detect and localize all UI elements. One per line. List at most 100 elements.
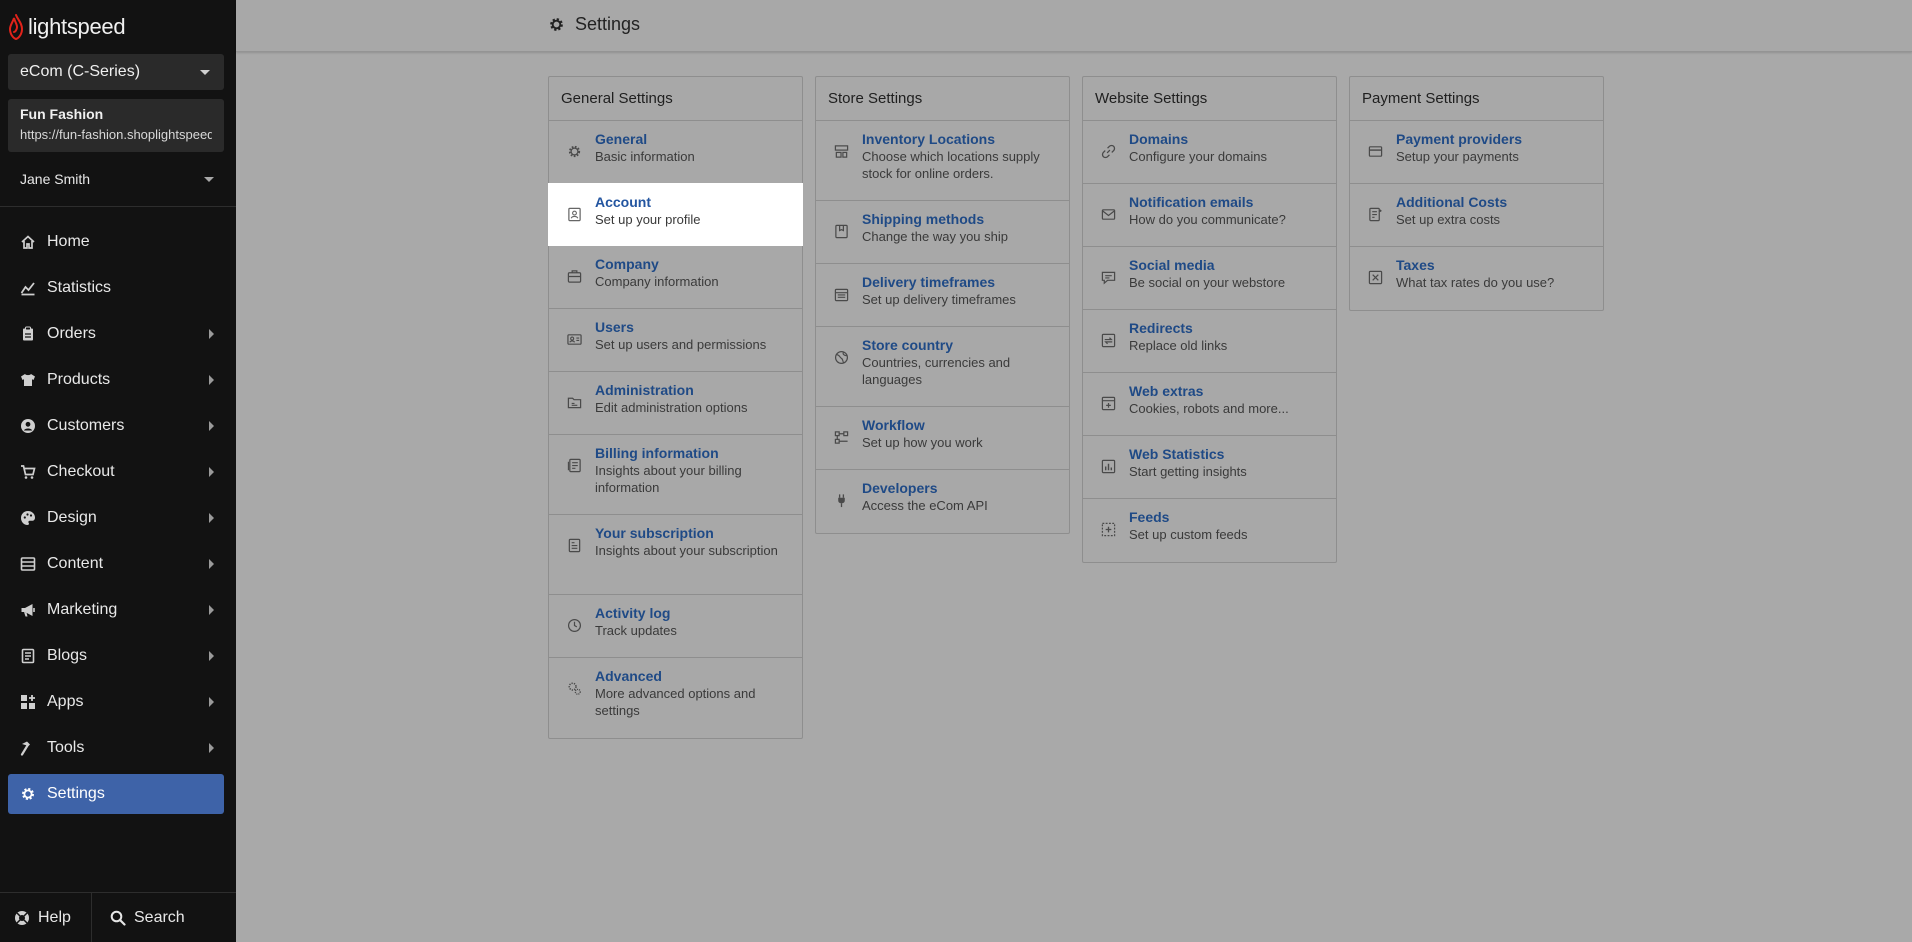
sidebar-item-content[interactable]: Content — [8, 544, 224, 584]
mail-icon — [1100, 206, 1116, 222]
settings-item-web-extras[interactable]: Web extras Cookies, robots and more... — [1083, 373, 1336, 436]
plug-icon — [833, 492, 849, 508]
search-button[interactable]: Search — [92, 893, 185, 942]
settings-item-desc: Track updates — [595, 623, 677, 638]
cart-icon — [20, 464, 36, 480]
settings-item-desc: Countries, currencies and languages — [862, 355, 1011, 387]
store-info[interactable]: Fun Fashion https://fun-fashion.shopligh… — [8, 99, 224, 152]
settings-item-domains[interactable]: Domains Configure your domains — [1083, 121, 1336, 184]
caret-down-icon — [204, 177, 214, 182]
settings-item-title: Taxes — [1396, 257, 1435, 273]
settings-item-company[interactable]: Company Company information — [549, 246, 802, 309]
sidebar-item-tools[interactable]: Tools — [8, 728, 224, 768]
chevron-right-icon — [209, 697, 214, 707]
sidebar-item-orders[interactable]: Orders — [8, 314, 224, 354]
settings-item-inventory-locations[interactable]: Inventory Locations Choose which locatio… — [816, 121, 1069, 201]
sidebar-item-home[interactable]: Home — [8, 222, 224, 262]
chevron-right-icon — [209, 513, 214, 523]
settings-item-desc: Replace old links — [1129, 338, 1228, 353]
settings-item-workflow[interactable]: Workflow Set up how you work — [816, 407, 1069, 470]
settings-item-desc: Setup your payments — [1396, 149, 1519, 164]
settings-item-redirects[interactable]: Redirects Replace old links — [1083, 310, 1336, 373]
sidebar-item-label: Products — [47, 371, 111, 388]
redirect-icon — [1100, 332, 1116, 348]
caret-down-icon — [200, 70, 210, 75]
link-icon — [1100, 143, 1116, 159]
billing-icon — [566, 457, 582, 473]
lightspeed-logo[interactable]: lightspeed — [8, 12, 126, 42]
settings-item-title: Web extras — [1129, 383, 1204, 399]
chevron-right-icon — [209, 467, 214, 477]
settings-item-delivery-timeframes[interactable]: Delivery timeframes Set up delivery time… — [816, 264, 1069, 327]
settings-item-store-country[interactable]: Store country Countries, currencies and … — [816, 327, 1069, 407]
palette-icon — [20, 510, 36, 526]
sidebar-item-marketing[interactable]: Marketing — [8, 590, 224, 630]
settings-item-general[interactable]: General Basic information — [549, 121, 802, 184]
subscription-icon — [566, 537, 582, 553]
settings-item-taxes[interactable]: Taxes What tax rates do you use? — [1350, 247, 1603, 310]
settings-item-users[interactable]: Users Set up users and permissions — [549, 309, 802, 372]
settings-item-advanced[interactable]: Advanced More advanced options and setti… — [549, 658, 802, 738]
settings-item-desc: Cookies, robots and more... — [1129, 401, 1289, 416]
settings-item-administration[interactable]: Administration Edit administration optio… — [549, 372, 802, 435]
flame-icon — [8, 14, 24, 40]
sidebar-footer: Help Search — [0, 892, 236, 942]
page-title: Settings — [548, 14, 640, 35]
settings-item-desc: Basic information — [595, 149, 695, 164]
home-icon — [20, 234, 36, 250]
chat-icon — [1100, 269, 1116, 285]
settings-item-web-statistics[interactable]: Web Statistics Start getting insights — [1083, 436, 1336, 499]
sidebar-item-customers[interactable]: Customers — [8, 406, 224, 446]
settings-item-feeds[interactable]: Feeds Set up custom feeds — [1083, 499, 1336, 562]
settings-item-your-subscription[interactable]: Your subscription Insights about your su… — [549, 515, 802, 595]
workflow-icon — [833, 429, 849, 445]
store-url: https://fun-fashion.shoplightspeed.com — [20, 127, 212, 142]
settings-item-desc: Insights about your billing information — [595, 463, 742, 495]
settings-item-additional-costs[interactable]: Additional Costs Set up extra costs — [1350, 184, 1603, 247]
sidebar-item-apps[interactable]: Apps — [8, 682, 224, 722]
sidebar-item-design[interactable]: Design — [8, 498, 224, 538]
bar-chart-icon — [1100, 458, 1116, 474]
settings-item-desc: Edit administration options — [595, 400, 748, 415]
settings-item-title: Your subscription — [595, 525, 714, 541]
gears-icon — [566, 680, 582, 696]
settings-item-developers[interactable]: Developers Access the eCom API — [816, 470, 1069, 533]
settings-item-title: Account — [595, 194, 651, 210]
gear-icon — [548, 16, 565, 33]
settings-item-desc: Change the way you ship — [862, 229, 1008, 244]
sidebar-item-statistics[interactable]: Statistics — [8, 268, 224, 308]
settings-item-title: Workflow — [862, 417, 925, 433]
card-title: Store Settings — [816, 77, 1069, 121]
settings-item-title: General — [595, 131, 648, 147]
settings-item-title: Developers — [862, 480, 938, 496]
search-icon — [110, 910, 126, 926]
settings-item-desc: Configure your domains — [1129, 149, 1268, 164]
settings-item-account[interactable]: Account Set up your profile — [548, 183, 803, 246]
settings-item-billing-information[interactable]: Billing information Insights about your … — [549, 435, 802, 515]
globe-icon — [833, 349, 849, 365]
sidebar-item-label: Design — [47, 509, 97, 526]
settings-item-payment-providers[interactable]: Payment providers Setup your payments — [1350, 121, 1603, 184]
settings-item-activity-log[interactable]: Activity log Track updates — [549, 595, 802, 658]
sidebar-item-products[interactable]: Products — [8, 360, 224, 400]
settings-item-title: Administration — [595, 382, 694, 398]
brand-name: lightspeed — [28, 14, 126, 39]
settings-item-title: Delivery timeframes — [862, 274, 996, 290]
sidebar-item-blogs[interactable]: Blogs — [8, 636, 224, 676]
settings-item-social-media[interactable]: Social media Be social on your webstore — [1083, 247, 1336, 310]
user-menu[interactable]: Jane Smith — [8, 166, 224, 192]
sidebar-item-label: Home — [47, 233, 90, 250]
settings-item-shipping-methods[interactable]: Shipping methods Change the way you ship — [816, 201, 1069, 264]
page-title-text: Settings — [575, 14, 641, 34]
sidebar-item-settings[interactable]: Settings — [8, 774, 224, 814]
sidebar-nav: Home Statistics Orders Products Customer… — [8, 222, 224, 820]
sidebar-item-checkout[interactable]: Checkout — [8, 452, 224, 492]
clipboard-icon — [20, 326, 36, 342]
environment-select[interactable]: eCom (C-Series) — [8, 54, 224, 90]
settings-item-notification-emails[interactable]: Notification emails How do you communica… — [1083, 184, 1336, 247]
warehouse-icon — [833, 143, 849, 159]
account-icon — [566, 206, 582, 222]
settings-item-desc: Set up delivery timeframes — [862, 292, 1016, 307]
help-button[interactable]: Help — [0, 893, 92, 942]
settings-item-title: Social media — [1129, 257, 1215, 273]
